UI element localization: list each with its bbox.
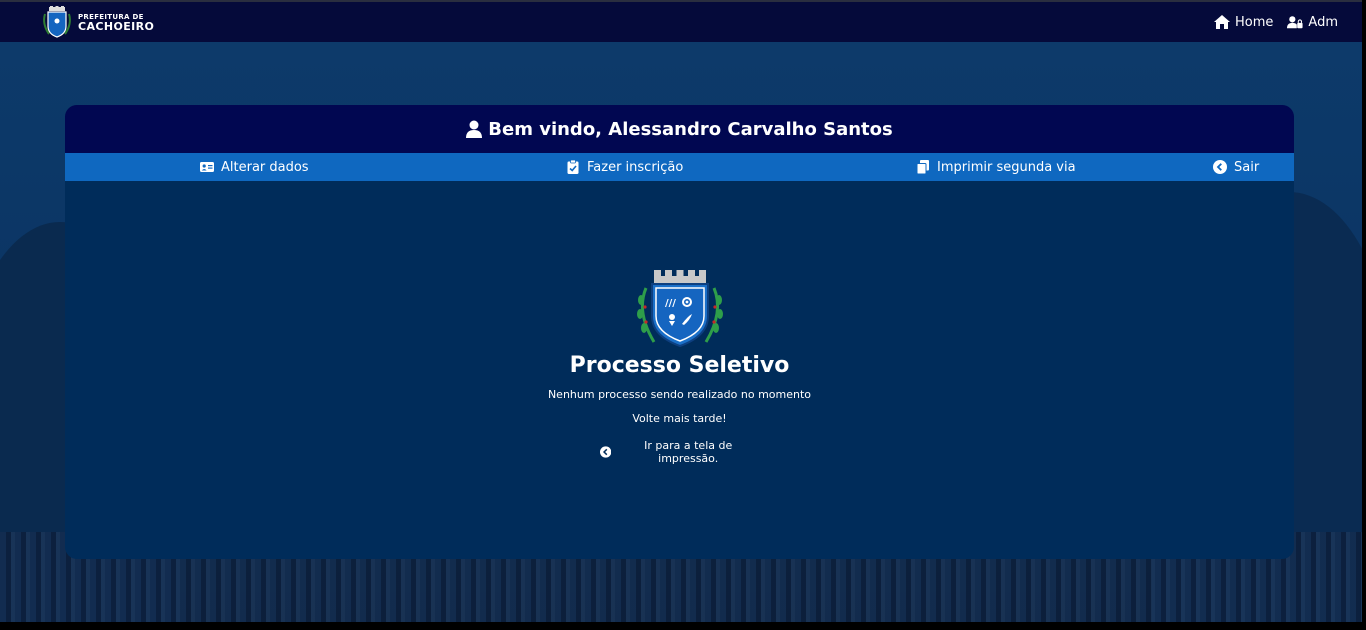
panel-header: Bem vindo, Alessandro Carvalho Santos	[65, 105, 1294, 153]
top-navbar: PREFEITURA DE CACHOEIRO Home Adm	[0, 0, 1366, 42]
svg-text:///: ///	[665, 298, 676, 309]
nav-adm-label: Adm	[1308, 14, 1338, 30]
menu-fazer-inscricao[interactable]: Fazer inscrição	[566, 153, 683, 181]
window-edge-right	[1362, 0, 1366, 630]
clipboard-check-icon	[567, 160, 579, 174]
menu-alterar-dados-label: Alterar dados	[221, 159, 309, 175]
id-card-icon	[200, 162, 214, 172]
panel-menu: Alterar dados Fazer inscrição Imprimir s…	[65, 153, 1294, 181]
welcome-title: Bem vindo, Alessandro Carvalho Santos	[488, 118, 893, 140]
menu-sair[interactable]: Sair	[1213, 153, 1259, 181]
nav-home-link[interactable]: Home	[1214, 15, 1273, 30]
brand-line-2: CACHOEIRO	[78, 20, 155, 33]
print-screen-link[interactable]: Ir para a tela de impressão.	[600, 439, 760, 465]
chevron-circle-left-icon	[1213, 160, 1227, 174]
top-nav: Home Adm	[1214, 15, 1338, 30]
menu-imprimir-segunda-via[interactable]: Imprimir segunda via	[916, 153, 1076, 181]
brand-logo[interactable]: PREFEITURA DE CACHOEIRO	[40, 6, 154, 38]
home-icon	[1214, 15, 1231, 29]
content-hint: Volte mais tarde!	[632, 412, 727, 425]
user-lock-icon	[1287, 16, 1303, 29]
nav-adm-link[interactable]: Adm	[1287, 15, 1338, 30]
content-message: Nenhum processo sendo realizado no momen…	[547, 388, 812, 401]
print-screen-link-label: Ir para a tela de impressão.	[644, 439, 733, 465]
user-icon	[466, 120, 483, 138]
coat-of-arms-icon	[43, 6, 71, 38]
nav-home-label: Home	[1235, 14, 1274, 30]
window-edge-bottom	[0, 622, 1366, 630]
coat-of-arms-icon: ///	[637, 270, 723, 348]
chevron-circle-left-icon	[600, 446, 612, 458]
content-title: Processo Seletivo	[569, 353, 790, 378]
menu-imprimir-segunda-via-label: Imprimir segunda via	[937, 159, 1076, 175]
menu-sair-label: Sair	[1234, 159, 1260, 175]
menu-alterar-dados[interactable]: Alterar dados	[200, 153, 309, 181]
panel-content: /// Processo Seletivo Nenhum processo se…	[65, 181, 1294, 559]
copy-icon	[916, 160, 929, 174]
menu-fazer-inscricao-label: Fazer inscrição	[587, 159, 684, 175]
welcome-panel: Bem vindo, Alessandro Carvalho Santos Al…	[65, 105, 1294, 559]
